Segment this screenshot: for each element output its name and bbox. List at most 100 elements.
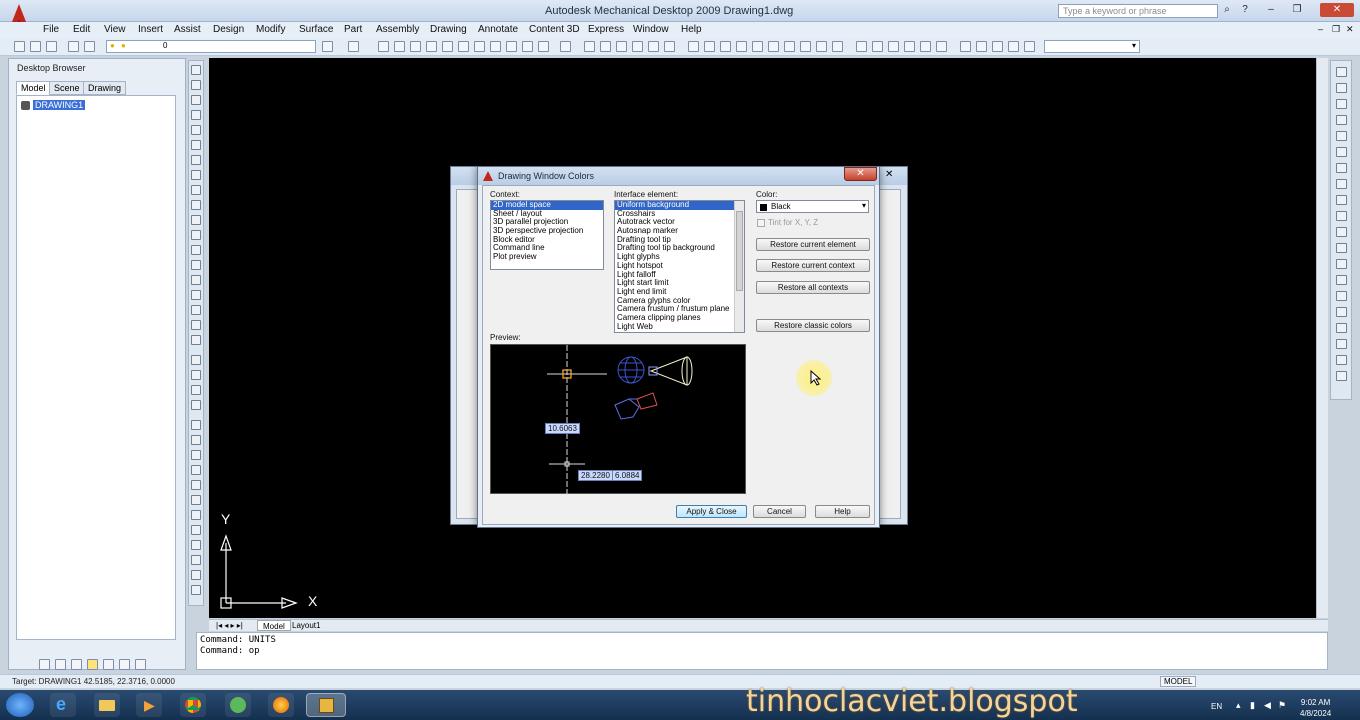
mod-icon-6[interactable] [191, 435, 201, 445]
menu-surface[interactable]: Surface [299, 24, 333, 35]
menu-restore-icon[interactable]: ❐ [1332, 24, 1340, 35]
magnifier-icon[interactable] [976, 41, 987, 52]
right-tool-17[interactable] [1336, 323, 1347, 333]
part-icon-2[interactable] [872, 41, 883, 52]
menu-annotate[interactable]: Annotate [478, 24, 518, 35]
right-tool-19[interactable] [1336, 355, 1347, 365]
file-explorer-icon[interactable] [94, 693, 120, 717]
part-icon-4[interactable] [904, 41, 915, 52]
view-icon-11[interactable] [816, 41, 827, 52]
help-button[interactable]: Help [815, 505, 870, 518]
pan-icon[interactable] [584, 41, 595, 52]
tool-icon-11[interactable] [538, 41, 549, 52]
restore-current-element-button[interactable]: Restore current element [756, 238, 870, 251]
right-tool-20[interactable] [1336, 371, 1347, 381]
tool-icon-9[interactable] [506, 41, 517, 52]
search-input[interactable]: Type a keyword or phrase [1058, 4, 1218, 18]
insert-block-icon[interactable] [191, 230, 201, 240]
menu-modify[interactable]: Modify [256, 24, 285, 35]
zoom-icon[interactable] [600, 41, 611, 52]
table-icon[interactable] [191, 320, 201, 330]
circle-icon[interactable] [191, 155, 201, 165]
command-line[interactable]: Command: UNITS Command: op [196, 632, 1328, 670]
browser-tool-1[interactable] [39, 659, 50, 670]
rectangle-icon[interactable] [191, 125, 201, 135]
minimize-button[interactable]: – [1264, 3, 1278, 17]
menu-content3d[interactable]: Content 3D [529, 24, 580, 35]
menu-part[interactable]: Part [344, 24, 362, 35]
ellipse-arc-icon[interactable] [191, 215, 201, 225]
tint-checkbox[interactable] [757, 219, 765, 227]
mtext-icon[interactable] [191, 335, 201, 345]
open-icon[interactable] [30, 41, 41, 52]
orbit-icon[interactable] [960, 41, 971, 52]
menu-view[interactable]: View [104, 24, 126, 35]
tool-icon-8[interactable] [490, 41, 501, 52]
restore-all-contexts-button[interactable]: Restore all contexts [756, 281, 870, 294]
right-tool-18[interactable] [1336, 339, 1347, 349]
app-green-icon[interactable] [225, 693, 251, 717]
mod-icon-8[interactable] [191, 465, 201, 475]
tool-icon-3[interactable] [410, 41, 421, 52]
interface-list-scrollbar[interactable] [734, 201, 744, 332]
arc-icon[interactable] [191, 140, 201, 150]
restore-current-context-button[interactable]: Restore current context [756, 259, 870, 272]
right-tool-5[interactable] [1336, 131, 1347, 141]
menu-file[interactable]: File [43, 24, 59, 35]
firefox-icon[interactable] [268, 693, 294, 717]
view-icon-9[interactable] [784, 41, 795, 52]
mod-icon-4[interactable] [191, 400, 201, 410]
tab-drawing[interactable]: Drawing [83, 81, 127, 95]
dialog-close-button[interactable]: ✕ [844, 167, 877, 181]
nav-icon-1[interactable] [992, 41, 1003, 52]
context-list[interactable]: 2D model space Sheet / layout 3D paralle… [490, 200, 604, 270]
undo-icon[interactable] [322, 41, 333, 52]
part-icon-5[interactable] [920, 41, 931, 52]
help-icon[interactable]: ? [1238, 3, 1252, 17]
right-tool-7[interactable] [1336, 163, 1347, 173]
mod-icon-3[interactable] [191, 385, 201, 395]
search-icon[interactable]: ⌕ [1220, 3, 1234, 17]
tab-nav-arrows-icon[interactable]: |◂ ◂ ▸ ▸| [211, 620, 248, 631]
browser-tool-7[interactable] [135, 659, 146, 670]
menu-design[interactable]: Design [213, 24, 244, 35]
hatch-icon[interactable] [191, 275, 201, 285]
part-icon-3[interactable] [888, 41, 899, 52]
model-space-toggle[interactable]: MODEL [1160, 676, 1197, 687]
make-block-icon[interactable] [191, 245, 201, 255]
mod-icon-16[interactable] [191, 585, 201, 595]
new-icon[interactable] [14, 41, 25, 52]
browser-tool-6[interactable] [119, 659, 130, 670]
browser-tool-5[interactable] [103, 659, 114, 670]
menu-close-icon[interactable]: ✕ [1346, 24, 1354, 35]
polyline-icon[interactable] [191, 95, 201, 105]
tool-icon-7[interactable] [474, 41, 485, 52]
tool-icon-2[interactable] [394, 41, 405, 52]
tab-model-layout[interactable]: Model [257, 620, 291, 631]
tab-scene[interactable]: Scene [49, 81, 85, 95]
tool-icon-10[interactable] [522, 41, 533, 52]
right-tool-14[interactable] [1336, 275, 1347, 285]
tab-layout1[interactable]: Layout1 [287, 620, 325, 631]
view-icon-12[interactable] [832, 41, 843, 52]
interface-element-list[interactable]: Uniform background Crosshairs Autotrack … [614, 200, 745, 333]
tool-icon-4[interactable] [426, 41, 437, 52]
revcloud-icon[interactable] [191, 170, 201, 180]
menu-minimize-icon[interactable]: – [1318, 24, 1323, 34]
restore-classic-colors-button[interactable]: Restore classic colors [756, 319, 870, 332]
tool-icon-1[interactable] [378, 41, 389, 52]
mod-icon-11[interactable] [191, 510, 201, 520]
mechanical-desktop-task-icon[interactable] [306, 693, 346, 717]
right-tool-3[interactable] [1336, 99, 1347, 109]
view-combo[interactable]: ▾ [1044, 40, 1140, 53]
view-icon-8[interactable] [768, 41, 779, 52]
clock[interactable]: 9:02 AM 4/8/2024 [1300, 697, 1331, 719]
tab-model[interactable]: Model [16, 81, 51, 95]
point-icon[interactable] [191, 260, 201, 270]
view-icon-2[interactable] [664, 41, 675, 52]
mod-icon-5[interactable] [191, 420, 201, 430]
right-tool-2[interactable] [1336, 83, 1347, 93]
menu-drawing[interactable]: Drawing [430, 24, 467, 35]
context-item[interactable]: Plot preview [491, 252, 603, 262]
right-tool-11[interactable] [1336, 227, 1347, 237]
